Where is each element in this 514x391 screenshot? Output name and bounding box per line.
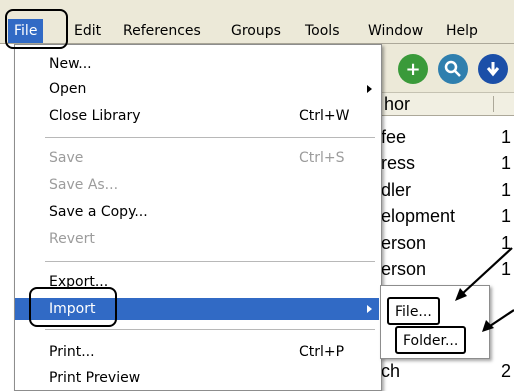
menu-item-save-copy[interactable]: Save a Copy... — [15, 201, 379, 223]
menu-separator — [45, 261, 375, 262]
submenu-arrow-icon — [367, 85, 372, 93]
table-cell-year: 1 — [501, 180, 512, 200]
column-divider[interactable] — [493, 96, 494, 112]
table-row[interactable]: fee — [381, 127, 406, 147]
import-submenu: File... Folder... — [380, 285, 490, 359]
menu-item-label: Print Preview — [49, 370, 141, 386]
table-cell-year: 1 — [501, 153, 512, 173]
submenu-arrow-icon — [367, 305, 372, 313]
table-row[interactable]: erson — [381, 233, 426, 253]
file-menu-dropdown: New... Open Close Library Ctrl+W Save Ct… — [14, 44, 382, 391]
menu-item-print-preview[interactable]: Print Preview — [15, 367, 379, 389]
table-cell-year: 1 — [501, 259, 512, 279]
menu-item-revert[interactable]: Revert — [15, 228, 379, 250]
menu-item-label: Save a Copy... — [49, 204, 148, 220]
add-icon[interactable]: + — [398, 54, 428, 84]
table-row[interactable]: ch — [381, 361, 400, 381]
table-cell-year: 1 — [501, 206, 512, 226]
toolbar: + — [360, 44, 514, 93]
menu-edit[interactable]: Edit — [68, 19, 107, 43]
menu-help[interactable]: Help — [440, 19, 484, 43]
file-menu-callout — [5, 9, 68, 49]
table-cell-year: 1 — [501, 127, 512, 147]
column-header-author[interactable]: hor — [360, 93, 514, 116]
menu-item-shortcut: Ctrl+S — [299, 150, 345, 166]
menu-groups[interactable]: Groups — [225, 19, 287, 43]
menu-item-shortcut: Ctrl+P — [299, 344, 345, 360]
download-icon[interactable] — [478, 54, 508, 84]
menu-item-label: New... — [49, 56, 92, 72]
table-row[interactable]: ress — [381, 153, 415, 173]
menu-item-new[interactable]: New... — [15, 53, 379, 75]
menu-bar: File Edit References Groups Tools Window… — [0, 0, 514, 44]
column-header-label: hor — [384, 94, 411, 114]
search-icon[interactable] — [438, 54, 468, 84]
menu-item-label: Revert — [49, 231, 95, 247]
submenu-item-file[interactable]: File... — [387, 297, 440, 325]
menu-item-label: Save — [49, 150, 84, 166]
table-row[interactable]: dler — [381, 180, 411, 200]
menu-tools[interactable]: Tools — [299, 19, 346, 43]
menu-item-shortcut: Ctrl+W — [299, 108, 350, 124]
menu-separator — [45, 329, 375, 330]
table-row[interactable]: erson — [381, 259, 426, 279]
menu-item-open[interactable]: Open — [15, 78, 379, 100]
menu-item-print[interactable]: Print... Ctrl+P — [15, 341, 379, 363]
table-row[interactable]: elopment — [381, 206, 455, 226]
menu-separator — [45, 137, 375, 138]
menu-item-label: Close Library — [49, 108, 141, 124]
menu-item-label: Open — [49, 81, 87, 97]
menu-references[interactable]: References — [117, 19, 207, 43]
import-callout — [29, 287, 117, 327]
table-cell-year: 1 — [501, 233, 512, 253]
table-cell-year: 2 — [501, 361, 512, 381]
menu-item-save-as[interactable]: Save As... — [15, 174, 379, 196]
menu-item-close-library[interactable]: Close Library Ctrl+W — [15, 105, 379, 127]
menu-item-label: Print... — [49, 344, 95, 360]
menu-item-label: Save As... — [49, 177, 119, 193]
submenu-item-folder[interactable]: Folder... — [395, 326, 467, 354]
menu-window[interactable]: Window — [362, 19, 429, 43]
menu-item-save[interactable]: Save Ctrl+S — [15, 147, 379, 169]
